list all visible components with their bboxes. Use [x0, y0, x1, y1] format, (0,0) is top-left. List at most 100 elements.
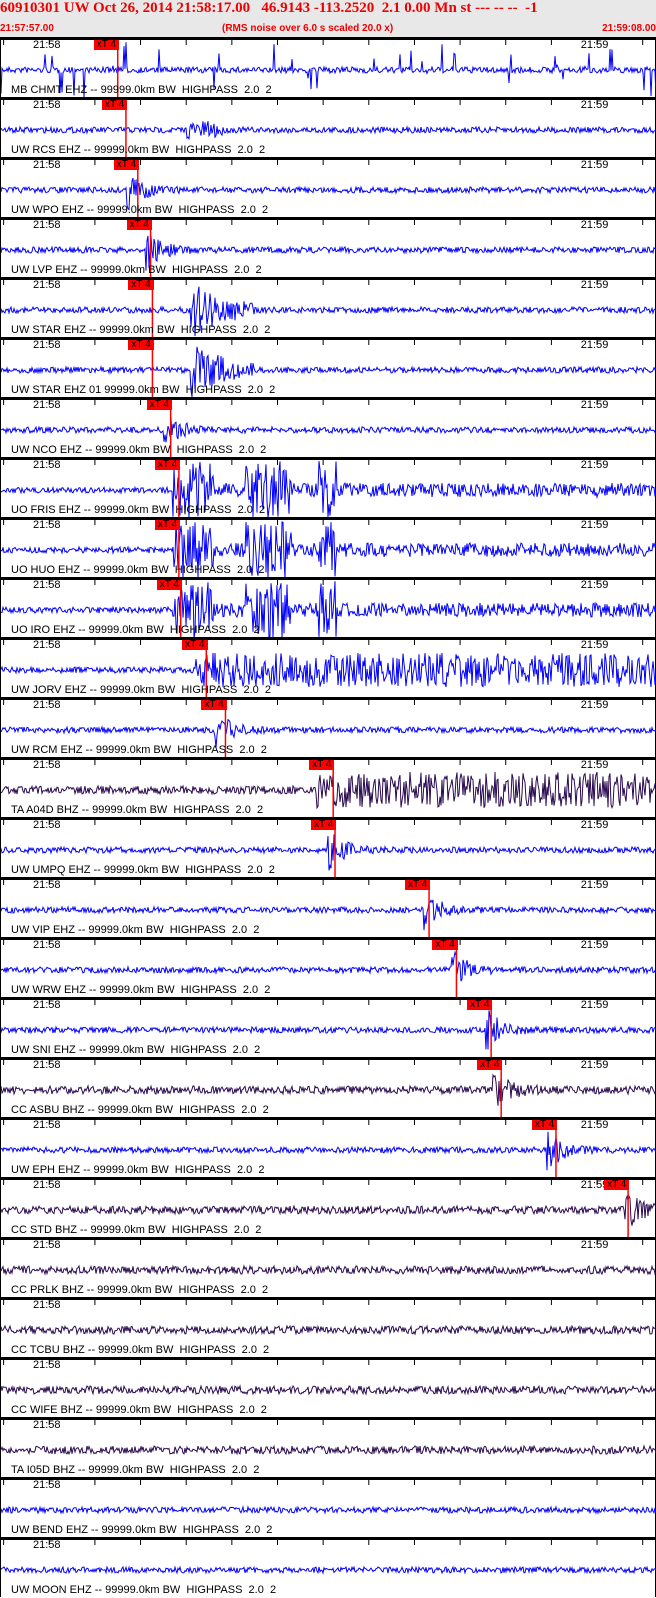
scaling-note: (RMS noise over 6.0 s scaled 20.0 x): [222, 23, 394, 34]
waveform-line: [1, 771, 656, 810]
pick-marker: xT 4: [154, 460, 181, 470]
pick-marker: xT 4: [128, 280, 154, 290]
tick-label: 21:58: [32, 1179, 61, 1191]
waveform-line: [1, 1565, 656, 1575]
station-label: UW EPH EHZ -- 99999.0km BW HIGHPASS 2.0 …: [11, 1164, 265, 1176]
station-label: UW BEND EHZ -- 99999.0km BW HIGHPASS 2.0…: [11, 1524, 273, 1536]
trace-row: 21:58 21:59 xT 4 UW VIP EHZ -- 99999.0km BW…: [0, 877, 656, 937]
tick-label: 21:58: [32, 1299, 61, 1311]
pick-marker: xT 4: [311, 820, 337, 830]
waveform-line: [1, 1324, 656, 1336]
trace-row: 21:58 21:59 xT 4 UW STAR EHZ 01 99999.0km B…: [0, 337, 656, 397]
tick-label: 21:59: [580, 159, 609, 171]
pick-marker: xT 4: [201, 700, 227, 710]
plot-header: 60910301 UW Oct 26, 2014 21:58:17.00 46.…: [0, 0, 656, 37]
trace-row: 21:58 21:59 xT 4 UO IRO EHZ -- 99999.0km BW…: [0, 577, 656, 637]
trace-row: 21:58 21:59 xT 4 UW STAR EHZ -- 99999.0km B…: [0, 277, 656, 337]
tick-label: 21:58: [32, 1359, 61, 1371]
tick-label: 21:59: [580, 279, 609, 291]
station-label: CC ASBU BHZ -- 99999.0km BW HIGHPASS 2.0…: [11, 1104, 269, 1116]
pick-marker: xT 4: [146, 400, 172, 410]
station-label: TA I05D BHZ -- 99999.0km BW HIGHPASS 2.0…: [11, 1464, 260, 1476]
trace-row: 21:58 21:59 xT 4 TA A04D BHZ -- 99999.0km B…: [0, 757, 656, 817]
tick-label: 21:59: [580, 1239, 609, 1251]
station-label: CC STD BHZ -- 99999.0km BW HIGHPASS 2.0 …: [11, 1224, 262, 1236]
station-label: UW RCS EHZ -- 99999.0km BW HIGHPASS 2.0 …: [11, 144, 266, 156]
waveform-line: [1, 1073, 656, 1106]
waveform-line: [1, 1194, 656, 1226]
station-label: CC PRLK BHZ -- 99999.0km BW HIGHPASS 2.0…: [11, 1284, 269, 1296]
trace-row: 21:58 21:59 xT 4 UW JORV EHZ -- 99999.0km B…: [0, 637, 656, 697]
tick-label: 21:58: [32, 579, 61, 591]
pick-marker: xT 4: [128, 340, 154, 350]
pick-marker: xT 4: [432, 940, 458, 950]
waveform-line: [1, 652, 656, 688]
tick-label: 21:59: [580, 999, 609, 1011]
tick-label: 21:58: [32, 1539, 61, 1551]
waveform-line: [1, 121, 656, 141]
waveform-line: [1, 950, 656, 982]
station-label: UW VIP EHZ -- 99999.0km BW HIGHPASS 2.0 …: [11, 924, 260, 936]
station-label: UW SNI EHZ -- 99999.0km BW HIGHPASS 2.0 …: [11, 1044, 261, 1056]
pick-marker: xT 4: [126, 220, 152, 230]
tick-label: 21:59: [580, 639, 609, 651]
tick-label: 21:59: [580, 579, 609, 591]
station-label: UO HUO EHZ -- 99999.0km BW HIGHPASS 2.0 …: [11, 564, 265, 576]
tick-label: 21:58: [32, 159, 61, 171]
tick-label: 21:59: [580, 699, 609, 711]
trace-row: 21:58 21:59 CC PRLK BHZ -- 99999.0km BW HI…: [0, 1237, 656, 1297]
event-title: 60910301 UW Oct 26, 2014 21:58:17.00 46.…: [0, 0, 538, 16]
trace-row: 21:58 21:59 xT 4 UW LVP EHZ -- 99999.0km BW…: [0, 217, 656, 277]
tick-label: 21:59: [580, 399, 609, 411]
trace-row: 21:58 21:59 xT 4 UO HUO EHZ -- 99999.0km BW…: [0, 517, 656, 577]
tick-label: 21:58: [32, 39, 61, 51]
tick-label: 21:58: [32, 699, 61, 711]
station-label: UO FRIS EHZ -- 99999.0km BW HIGHPASS 2.0…: [11, 504, 266, 516]
station-label: UW WRW EHZ -- 99999.0km BW HIGHPASS 2.0 …: [11, 984, 271, 996]
tick-label: 21:58: [32, 279, 61, 291]
tick-label: 21:58: [32, 759, 61, 771]
trace-row: 21:58 CC WIFE BHZ -- 99999.0km BW HIGHPAS…: [0, 1357, 656, 1417]
pick-marker: xT 4: [604, 1180, 630, 1190]
trace-row: 21:58 21:59 xT 4 CC STD BHZ -- 99999.0km BW…: [0, 1177, 656, 1237]
tick-label: 21:59: [580, 939, 609, 951]
station-label: MB CHMT EHZ -- 99999.0km BW HIGHPASS 2.0…: [11, 84, 272, 96]
trace-row: 21:58 21:59 xT 4 MB CHMT EHZ -- 99999.0km B…: [0, 37, 656, 97]
station-label: TA A04D BHZ -- 99999.0km BW HIGHPASS 2.0…: [11, 804, 264, 816]
station-label: UW MOON EHZ -- 99999.0km BW HIGHPASS 2.0…: [11, 1584, 277, 1596]
tick-label: 21:58: [32, 219, 61, 231]
trace-row: 21:58 CC TCBU BHZ -- 99999.0km BW HIGHPAS…: [0, 1297, 656, 1357]
tick-label: 21:58: [32, 1479, 61, 1491]
waveform-line: [1, 1444, 656, 1456]
trace-row: 21:58 21:59 xT 4 UW NCO EHZ -- 99999.0km BW…: [0, 397, 656, 457]
tick-label: 21:59: [580, 459, 609, 471]
station-label: UW JORV EHZ -- 99999.0km BW HIGHPASS 2.0…: [11, 684, 271, 696]
pick-marker: xT 4: [156, 580, 182, 590]
station-label: CC WIFE BHZ -- 99999.0km BW HIGHPASS 2.0…: [11, 1404, 267, 1416]
tick-label: 21:58: [32, 879, 61, 891]
trace-row: 21:58 21:59 xT 4 UW EPH EHZ -- 99999.0km BW…: [0, 1117, 656, 1177]
tick-label: 21:59: [580, 759, 609, 771]
waveform-line: [1, 417, 656, 443]
station-label: UW STAR EHZ -- 99999.0km BW HIGHPASS 2.0…: [11, 324, 271, 336]
tick-label: 21:58: [32, 939, 61, 951]
tick-label: 21:59: [580, 99, 609, 111]
tick-label: 21:59: [580, 219, 609, 231]
start-time: 21:57:57.00: [0, 23, 54, 34]
trace-row: 21:58 21:59 xT 4 UW WPO EHZ -- 99999.0km BW…: [0, 157, 656, 217]
station-label: UW NCO EHZ -- 99999.0km BW HIGHPASS 2.0 …: [11, 444, 267, 456]
pick-marker: xT 4: [182, 640, 208, 650]
tick-label: 21:59: [580, 1119, 609, 1131]
tick-label: 21:59: [580, 1059, 609, 1071]
tick-label: 21:58: [32, 1419, 61, 1431]
pick-marker: xT 4: [467, 1000, 493, 1010]
tick-label: 21:58: [32, 819, 61, 831]
station-label: UO IRO EHZ -- 99999.0km BW HIGHPASS 2.0 …: [11, 624, 260, 636]
end-time: 21:59:08.00: [602, 23, 656, 34]
waveform-line: [1, 1384, 656, 1396]
station-label: UW LVP EHZ -- 99999.0km BW HIGHPASS 2.0 …: [11, 264, 262, 276]
trace-row: 21:58 UW MOON EHZ -- 99999.0km BW HIGHPAS…: [0, 1537, 656, 1597]
tick-label: 21:58: [32, 639, 61, 651]
waveform-line: [1, 1505, 656, 1515]
tick-label: 21:58: [32, 459, 61, 471]
